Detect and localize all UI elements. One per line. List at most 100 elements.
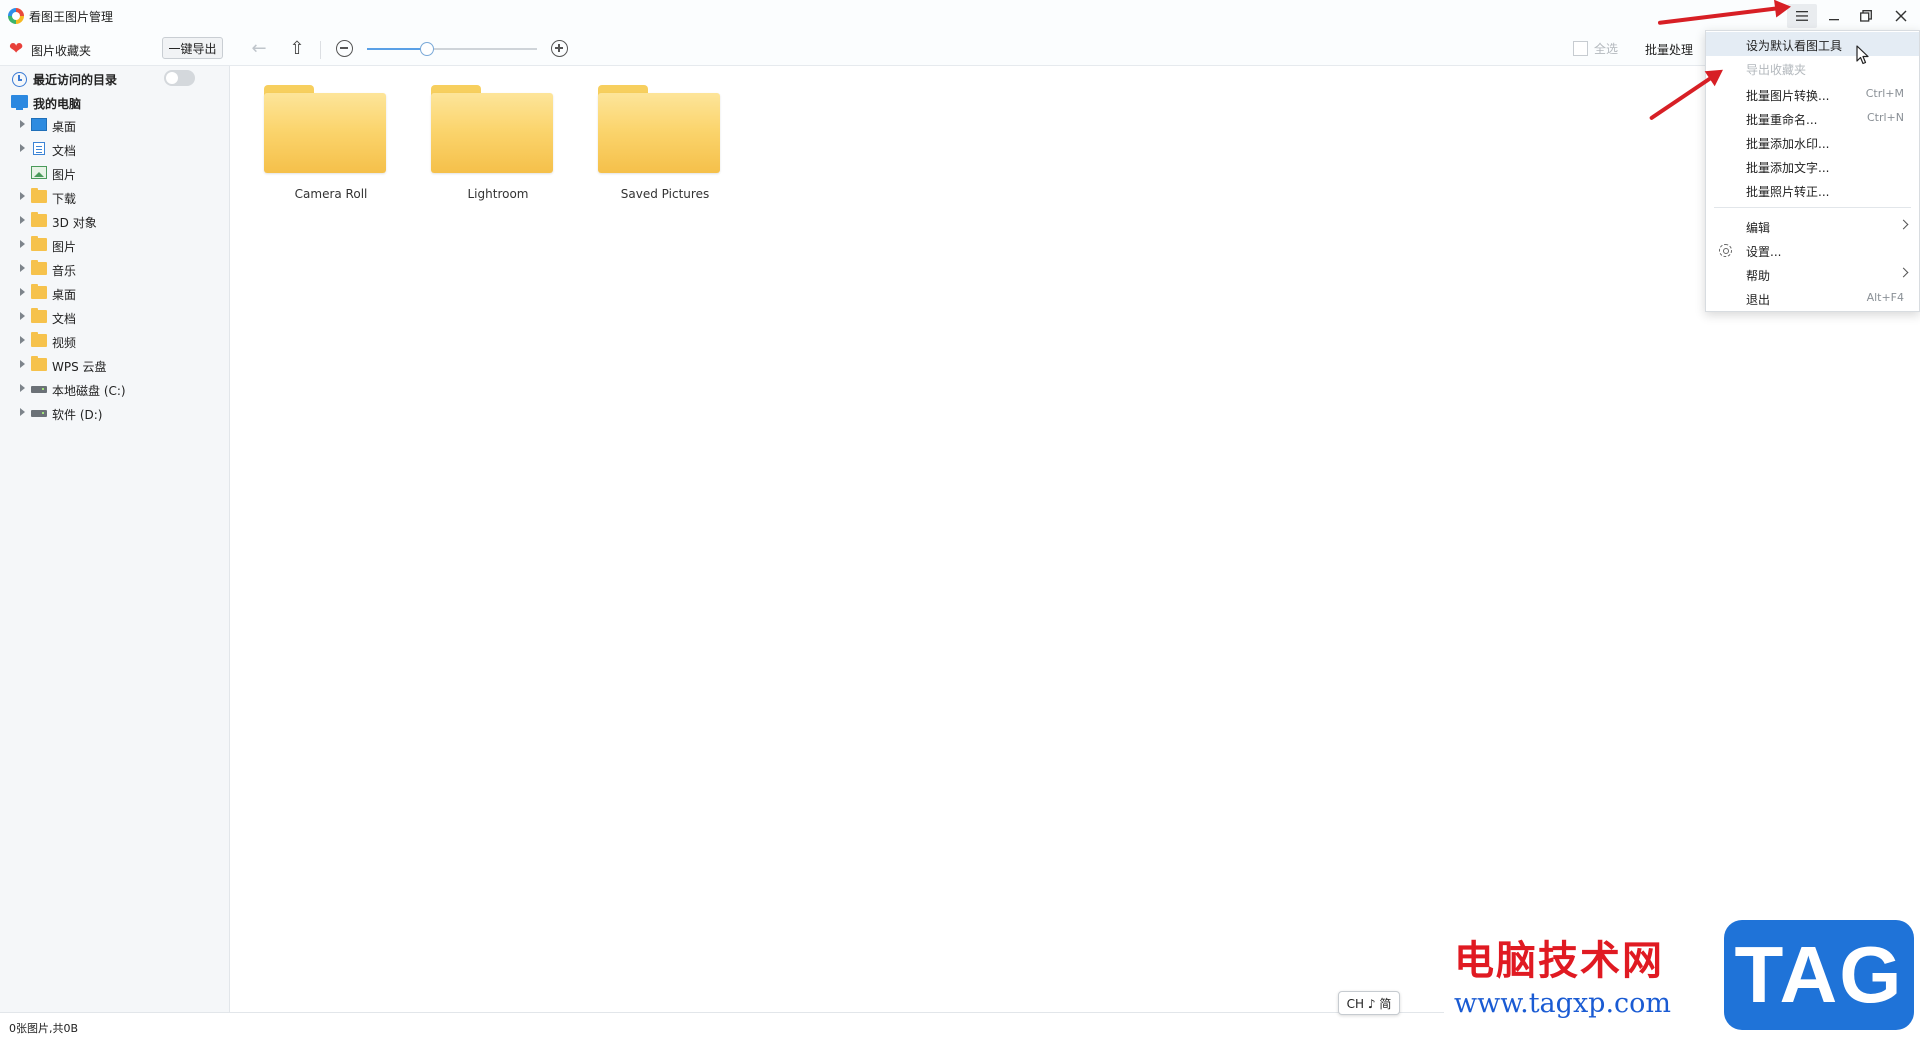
one-click-export-button[interactable]: 一键导出 — [162, 37, 223, 59]
tree-item[interactable]: WPS 云盘 — [0, 354, 229, 376]
menu-item-label: 批量重命名... — [1746, 113, 1818, 127]
folder-tile[interactable]: Lightroom — [418, 76, 553, 201]
title-bar: 看图王图片管理 — [0, 0, 1920, 32]
menu-separator — [1714, 207, 1911, 208]
folder-name: Camera Roll — [294, 187, 368, 201]
menu-item[interactable]: 批量重命名... Ctrl+N — [1706, 106, 1919, 130]
restore-button[interactable] — [1851, 4, 1881, 28]
expand-arrow-icon[interactable] — [20, 408, 25, 416]
batch-process-dropdown[interactable]: 批量处理 — [1645, 41, 1693, 58]
computer-icon — [11, 95, 28, 110]
recent-directories-label: 最近访问的目录 — [33, 73, 118, 87]
menu-item-label: 设为默认看图工具 — [1746, 39, 1843, 53]
expand-arrow-icon[interactable] — [20, 288, 25, 296]
menu-item-label: 编辑 — [1746, 221, 1771, 235]
recent-directories-row[interactable]: 最近访问的目录 — [0, 66, 229, 90]
app-logo-icon — [8, 8, 24, 24]
tree-item[interactable]: 下载 — [0, 186, 229, 208]
recent-directories-toggle[interactable] — [164, 70, 195, 86]
menu-item[interactable]: 批量添加文字... — [1706, 154, 1919, 178]
expand-arrow-icon[interactable] — [20, 264, 25, 272]
menu-item[interactable]: 编辑 — [1706, 214, 1919, 238]
watermark-site-name: 电脑技术网 — [1454, 938, 1664, 984]
tree-item[interactable]: 文档 — [0, 306, 229, 328]
sidebar: 最近访问的目录 我的电脑 桌面 文档 图片 下载 3D 对象 图片 音乐 桌面 文档 视频 WPS … — [0, 66, 230, 1012]
tree-item-label: 音乐 — [52, 264, 77, 278]
tree-item[interactable]: 本地磁盘 (C:) — [0, 378, 229, 400]
tree-item[interactable]: 图片 — [0, 162, 229, 184]
checkbox-icon[interactable] — [1573, 41, 1588, 56]
folder-icon — [31, 308, 47, 323]
expand-arrow-icon[interactable] — [20, 216, 25, 224]
tree-item-label: 文档 — [52, 312, 77, 326]
expand-arrow-icon[interactable] — [20, 120, 25, 128]
menu-item[interactable]: 批量图片转换... Ctrl+M — [1706, 82, 1919, 106]
restore-icon — [1860, 10, 1872, 22]
tree-item[interactable]: 音乐 — [0, 258, 229, 280]
zoom-in-icon[interactable] — [551, 40, 568, 57]
folder-icon — [31, 236, 47, 251]
folder-icon — [598, 85, 720, 173]
menu-item-label: 导出收藏夹 — [1746, 63, 1807, 77]
folder-tile[interactable]: Camera Roll — [251, 76, 386, 201]
folder-grid: Camera Roll Lightroom Saved Pictures — [231, 66, 1920, 1012]
tree-item[interactable]: 3D 对象 — [0, 210, 229, 232]
zoom-out-icon[interactable] — [336, 40, 353, 57]
minimize-icon — [1828, 18, 1839, 20]
expand-arrow-icon[interactable] — [20, 192, 25, 200]
zoom-slider[interactable] — [367, 42, 537, 56]
menu-item[interactable]: 批量照片转正... — [1706, 178, 1919, 202]
up-arrow-icon[interactable]: ⇧ — [286, 38, 308, 60]
expand-arrow-icon[interactable] — [20, 384, 25, 392]
heart-icon[interactable]: ❤ — [9, 40, 27, 58]
gear-icon — [1719, 244, 1732, 257]
tree-item-label: 软件 (D:) — [52, 408, 103, 422]
menu-item-shortcut: Ctrl+M — [1865, 87, 1904, 100]
menu-item-label: 帮助 — [1746, 269, 1771, 283]
menu-item: 导出收藏夹 — [1706, 56, 1919, 80]
folder-icon — [31, 188, 47, 203]
expand-arrow-icon[interactable] — [20, 240, 25, 248]
select-all-checkbox[interactable]: 全选 — [1573, 40, 1618, 57]
tree-item-label: WPS 云盘 — [52, 360, 107, 374]
favorites-link[interactable]: 图片收藏夹 — [31, 42, 91, 59]
tree-item[interactable]: 视频 — [0, 330, 229, 352]
zoom-slider-handle[interactable] — [419, 42, 434, 56]
site-watermark: 电脑技术网 www.tagxp.com TAG — [1444, 914, 1920, 1037]
main-menu-button[interactable] — [1787, 4, 1817, 28]
folder-tile[interactable]: Saved Pictures — [585, 76, 720, 201]
folder-icon — [31, 356, 47, 371]
menu-item[interactable]: 设为默认看图工具 — [1706, 32, 1919, 56]
status-text: 0张图片,共0B — [9, 1022, 79, 1035]
menu-item[interactable]: 退出 Alt+F4 — [1706, 286, 1919, 310]
app-title: 看图王图片管理 — [29, 10, 114, 24]
tree-item-label: 文档 — [52, 144, 77, 158]
menu-item-label: 设置... — [1746, 245, 1782, 259]
minimize-button[interactable] — [1819, 4, 1849, 28]
document-icon — [33, 142, 45, 155]
tree-item[interactable]: 桌面 — [0, 282, 229, 304]
folder-name: Saved Pictures — [620, 187, 710, 201]
expand-arrow-icon[interactable] — [20, 336, 25, 344]
menu-item-label: 批量照片转正... — [1746, 185, 1830, 199]
drive-icon — [31, 410, 47, 417]
watermark-site-url: www.tagxp.com — [1454, 988, 1672, 1019]
drive-icon — [31, 386, 47, 393]
tree-item[interactable]: 软件 (D:) — [0, 402, 229, 424]
chevron-right-icon — [1898, 267, 1909, 278]
menu-item[interactable]: 批量添加水印... — [1706, 130, 1919, 154]
expand-arrow-icon[interactable] — [20, 144, 25, 152]
menu-item[interactable]: 设置... — [1706, 238, 1919, 262]
back-arrow-icon[interactable]: ← — [248, 38, 270, 60]
ime-indicator[interactable]: CH ♪ 简 — [1338, 991, 1400, 1015]
menu-item-label: 批量添加文字... — [1746, 161, 1830, 175]
menu-item[interactable]: 帮助 — [1706, 262, 1919, 286]
tree-item[interactable]: 文档 — [0, 138, 229, 160]
tree-item[interactable]: 图片 — [0, 234, 229, 256]
expand-arrow-icon[interactable] — [20, 360, 25, 368]
my-computer-node[interactable]: 我的电脑 — [0, 91, 229, 113]
tree-item[interactable]: 桌面 — [0, 114, 229, 136]
folder-icon — [431, 85, 553, 173]
close-button[interactable] — [1886, 4, 1916, 28]
expand-arrow-icon[interactable] — [20, 312, 25, 320]
